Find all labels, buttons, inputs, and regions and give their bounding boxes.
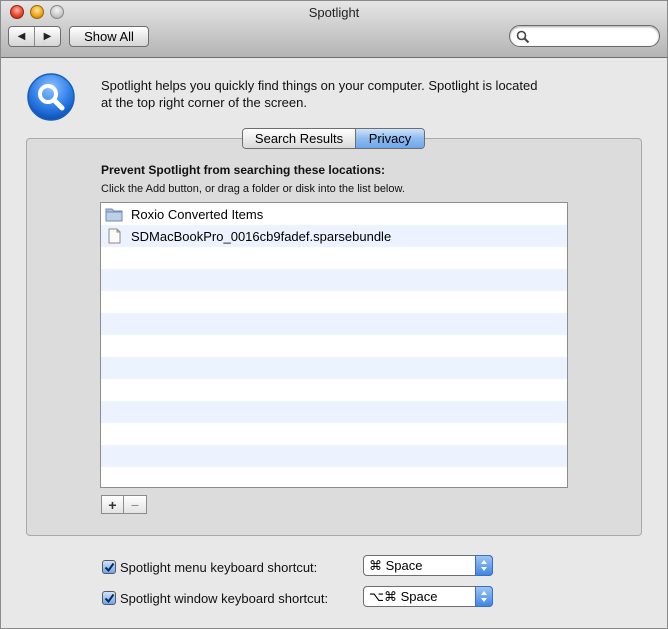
back-arrow-icon[interactable]: ◀ [9,27,35,46]
window-shortcut-popup[interactable]: ⌥⌘ Space [363,586,493,607]
popup-arrow-icon [475,555,493,576]
search-icon [516,30,530,44]
window-shortcut-label: Spotlight window keyboard shortcut: [120,590,329,606]
window-title: Spotlight [308,5,360,20]
remove-button[interactable]: − [124,496,146,513]
forward-arrow-icon[interactable]: ▶ [35,27,60,46]
spotlight-magnifier-icon [27,73,75,121]
title-bar: Spotlight ◀ ▶ Show All [1,1,667,58]
show-all-button[interactable]: Show All [69,26,149,47]
spotlight-description: Spotlight helps you quickly find things … [101,78,538,110]
checkmark-icon [104,593,114,603]
search-input[interactable] [534,29,652,44]
list-row-empty [101,379,567,401]
document-icon [108,228,121,244]
folder-icon [105,208,123,222]
tab-search-results[interactable]: Search Results [243,129,356,148]
list-row-empty [101,247,567,269]
list-row-empty [101,357,567,379]
list-row-empty [101,445,567,467]
window-shortcut-checkbox[interactable] [102,591,116,605]
menu-shortcut-value: ⌘ Space [369,557,423,573]
list-row-empty [101,401,567,423]
list-item-label: Roxio Converted Items [131,206,264,222]
menu-shortcut-label: Spotlight menu keyboard shortcut: [120,559,318,575]
excluded-locations-list[interactable]: Roxio Converted Items SDMacBookPro_0016c… [100,202,568,488]
checkmark-icon [104,562,114,572]
list-row-empty [101,291,567,313]
list-item-label: SDMacBookPro_0016cb9fadef.sparsebundle [131,228,392,244]
list-row-empty [101,423,567,445]
list-item[interactable]: SDMacBookPro_0016cb9fadef.sparsebundle [101,225,567,247]
list-item[interactable]: Roxio Converted Items [101,203,567,225]
preferences-window: Spotlight ◀ ▶ Show All Spotlight helps y… [0,0,668,629]
privacy-instructions: Click the Add button, or drag a folder o… [101,183,405,195]
popup-arrow-icon [475,586,493,607]
list-row-empty [101,335,567,357]
menu-shortcut-row: Spotlight menu keyboard shortcut: [102,556,317,578]
window-shortcut-row: Spotlight window keyboard shortcut: [102,587,328,609]
tab-bar: Search Results Privacy [242,128,425,149]
window-shortcut-value: ⌥⌘ Space [369,588,438,604]
add-remove-control: + − [101,495,147,514]
search-field[interactable] [509,25,660,47]
list-row-empty [101,313,567,335]
list-row-empty [101,467,567,487]
add-button[interactable]: + [102,496,124,513]
menu-shortcut-checkbox[interactable] [102,560,116,574]
tab-privacy[interactable]: Privacy [356,129,424,148]
list-row-empty [101,269,567,291]
privacy-heading: Prevent Spotlight from searching these l… [101,163,386,177]
menu-shortcut-popup[interactable]: ⌘ Space [363,555,493,576]
back-forward-control: ◀ ▶ [8,26,61,47]
